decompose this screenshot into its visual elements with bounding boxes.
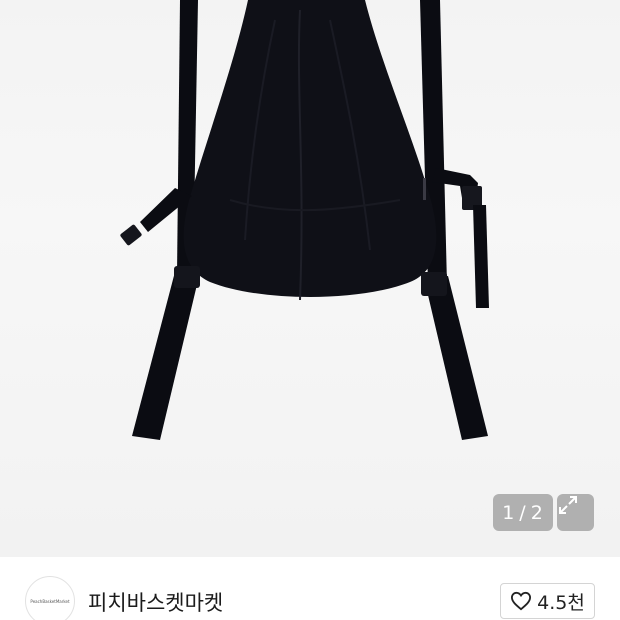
pager-current: 1 (502, 501, 516, 524)
shop-name[interactable]: 피치바스켓마켓 (88, 587, 223, 617)
likes-count: 4.5천 (537, 591, 585, 614)
like-shop-button[interactable]: 4.5천 (500, 583, 595, 619)
expand-icon (559, 496, 577, 514)
heart-outline-icon (511, 591, 532, 611)
pager-total: 2 (530, 501, 544, 524)
pager-separator: / (519, 501, 527, 524)
backpack-illustration (120, 0, 489, 440)
shop-avatar[interactable]: PeachBasketMarket (25, 576, 75, 620)
shop-avatar-logo-text: PeachBasketMarket (30, 598, 70, 604)
expand-image-button[interactable] (557, 494, 594, 531)
image-pager-badge: 1 / 2 (493, 494, 553, 531)
product-image[interactable]: 1 / 2 (0, 0, 620, 557)
shop-info-bar: PeachBasketMarket 피치바스켓마켓 4.5천 (0, 557, 620, 620)
